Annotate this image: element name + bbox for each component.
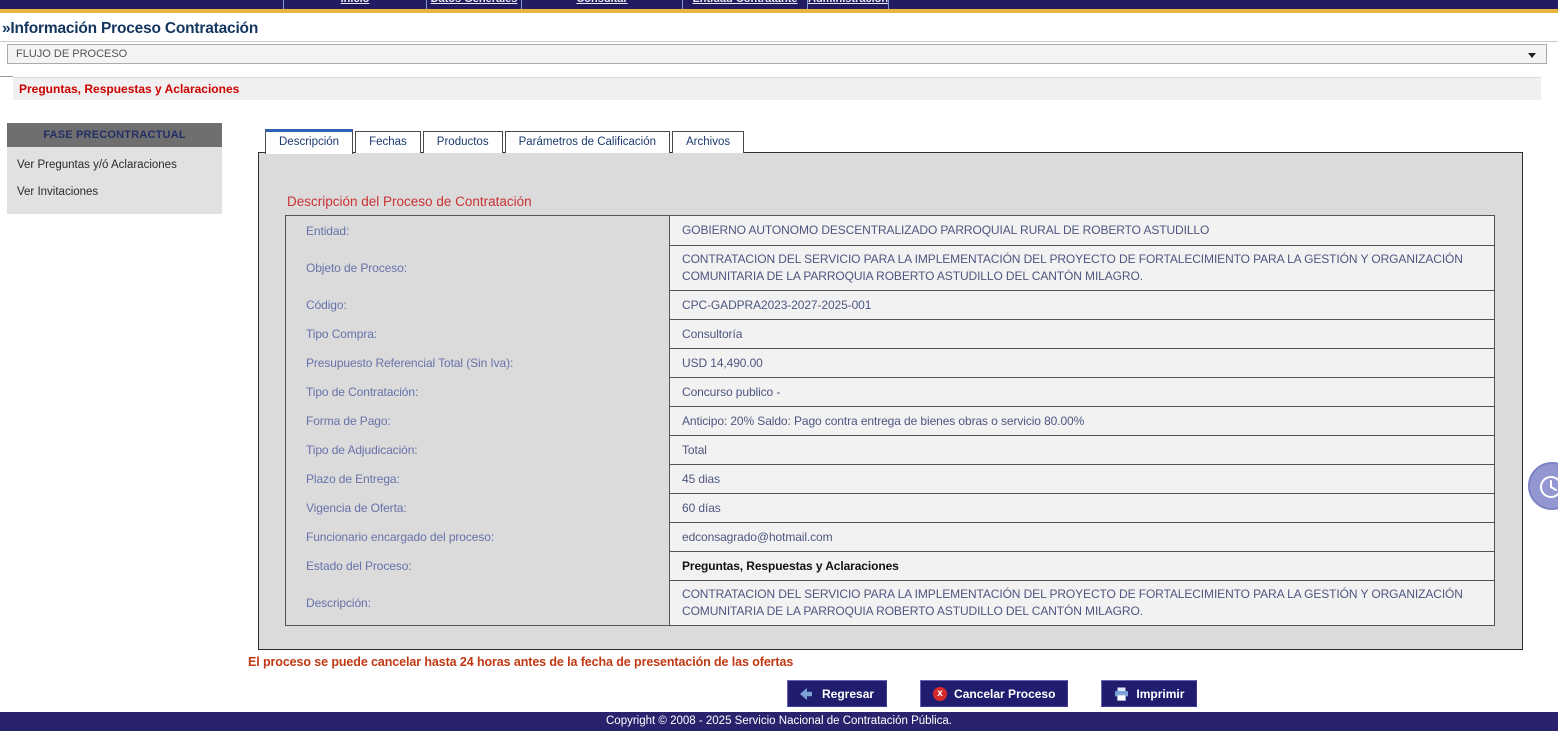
title-divider <box>0 41 1558 42</box>
row-label: Descripción: <box>286 580 669 625</box>
row-label: Funcionario encargado del proceso: <box>286 522 669 551</box>
row-value: edconsagrado@hotmail.com <box>669 522 1494 551</box>
row-value: Total <box>669 435 1494 464</box>
tab[interactable]: Fechas <box>355 131 421 153</box>
footer-bar: Copyright © 2008 - 2025 Servicio Naciona… <box>0 712 1558 731</box>
process-status-text: Preguntas, Respuestas y Aclaraciones <box>13 78 1541 100</box>
row-label: Presupuesto Referencial Total (Sin Iva): <box>286 348 669 377</box>
nav-menu-item-label: Administración <box>808 0 888 5</box>
row-value: 60 días <box>669 493 1494 522</box>
row-value: CONTRATACION DEL SERVICIO PARA LA IMPLEM… <box>669 245 1494 290</box>
sidebar-title: FASE PRECONTRACTUAL <box>7 123 222 147</box>
tab[interactable]: Parámetros de Calificación <box>505 131 670 153</box>
table-row: Vigencia de Oferta: 60 días <box>286 493 1494 522</box>
process-flow-select-value: FLUJO DE PROCESO <box>16 48 127 60</box>
row-label: Código: <box>286 290 669 319</box>
nav-menu-item-label: Datos Generales <box>427 0 521 5</box>
cancel-deadline-note: El proceso se puede cancelar hasta 24 ho… <box>248 655 793 669</box>
gold-accent-stripe <box>0 9 1558 13</box>
row-value: GOBIERNO AUTONOMO DESCENTRALIZADO PARROQ… <box>669 216 1494 245</box>
row-value: Concurso publico - <box>669 377 1494 406</box>
tree-connector-line <box>0 76 13 77</box>
back-button-label: Regresar <box>822 687 874 701</box>
nav-menu-item-label: Inicio <box>284 0 426 5</box>
process-detail-table: Entidad: GOBIERNO AUTONOMO DESCENTRALIZA… <box>285 215 1495 626</box>
nav-menu-item[interactable]: Inicio <box>283 0 426 9</box>
nav-menu-item[interactable]: Datos Generales <box>426 0 521 9</box>
table-row: Objeto de Proceso: CONTRATACION DEL SERV… <box>286 245 1494 290</box>
table-row: Tipo Compra: Consultoría <box>286 319 1494 348</box>
page-title: »Información Proceso Contratación <box>2 20 258 38</box>
action-button-row: Regresar x Cancelar Proceso Imprimir <box>787 680 1197 707</box>
row-value: Anticipo: 20% Saldo: Pago contra entrega… <box>669 406 1494 435</box>
print-button[interactable]: Imprimir <box>1101 680 1197 707</box>
page: Inicio Datos Generales Consultar Entidad… <box>0 0 1558 731</box>
nav-menu-item[interactable]: Consultar <box>521 0 682 9</box>
copyright-text: Copyright © 2008 - 2025 Servicio Naciona… <box>606 715 952 727</box>
row-label: Tipo Compra: <box>286 319 669 348</box>
cancel-x-icon: x <box>933 687 947 701</box>
row-value: Preguntas, Respuestas y Aclaraciones <box>669 551 1494 580</box>
row-value: USD 14,490.00 <box>669 348 1494 377</box>
table-row: Tipo de Contratación: Concurso publico - <box>286 377 1494 406</box>
table-row: Código: CPC-GADPRA2023-2027-2025-001 <box>286 290 1494 319</box>
sidebar-item-link[interactable]: Ver Invitaciones <box>7 179 222 206</box>
row-label: Objeto de Proceso: <box>286 245 669 290</box>
floating-clock-widget-button[interactable] <box>1528 462 1558 510</box>
tab[interactable]: Descripción <box>265 129 353 154</box>
row-value: 45 dias <box>669 464 1494 493</box>
nav-menu: Inicio Datos Generales Consultar Entidad… <box>283 0 889 9</box>
cancel-process-button-label: Cancelar Proceso <box>954 687 1055 701</box>
row-value: CONTRATACION DEL SERVICIO PARA LA IMPLEM… <box>669 580 1494 625</box>
row-label: Estado del Proceso: <box>286 551 669 580</box>
table-row: Tipo de Adjudicación: Total <box>286 435 1494 464</box>
row-label: Tipo de Adjudicación: <box>286 435 669 464</box>
row-label: Vigencia de Oferta: <box>286 493 669 522</box>
table-row: Plazo de Entrega: 45 dias <box>286 464 1494 493</box>
nav-menu-item[interactable]: Entidad Contratante <box>682 0 807 9</box>
section-heading: Descripción del Proceso de Contratación <box>287 194 532 209</box>
table-row: Descripción: CONTRATACION DEL SERVICIO P… <box>286 580 1494 625</box>
table-row: Estado del Proceso: Preguntas, Respuesta… <box>286 551 1494 580</box>
table-row: Forma de Pago: Anticipo: 20% Saldo: Pago… <box>286 406 1494 435</box>
sidebar: FASE PRECONTRACTUAL Ver Preguntas y/ó Ac… <box>7 123 222 214</box>
cancel-process-button[interactable]: x Cancelar Proceso <box>920 680 1068 707</box>
nav-menu-item-label: Entidad Contratante <box>683 0 807 5</box>
top-navigation-bar: Inicio Datos Generales Consultar Entidad… <box>0 0 1558 9</box>
chevron-down-icon <box>1528 53 1536 58</box>
back-button[interactable]: Regresar <box>787 680 887 707</box>
row-label: Entidad: <box>286 216 669 245</box>
winged-clock-icon <box>1535 469 1558 503</box>
table-row: Entidad: GOBIERNO AUTONOMO DESCENTRALIZA… <box>286 216 1494 245</box>
row-value: Consultoría <box>669 319 1494 348</box>
printer-icon <box>1114 687 1129 701</box>
tab[interactable]: Archivos <box>672 131 744 153</box>
row-label: Tipo de Contratación: <box>286 377 669 406</box>
print-button-label: Imprimir <box>1136 687 1184 701</box>
table-row: Presupuesto Referencial Total (Sin Iva):… <box>286 348 1494 377</box>
process-status-banner: Preguntas, Respuestas y Aclaraciones <box>13 77 1541 100</box>
process-flow-select[interactable]: FLUJO DE PROCESO <box>7 44 1547 64</box>
nav-menu-item[interactable]: Administración <box>807 0 889 9</box>
row-label: Forma de Pago: <box>286 406 669 435</box>
sidebar-item-link[interactable]: Ver Preguntas y/ó Aclaraciones <box>7 152 222 179</box>
back-arrow-icon <box>800 688 815 700</box>
nav-menu-item-label: Consultar <box>522 0 682 5</box>
tab-bar: Descripción Fechas Productos Parámetros … <box>265 128 744 153</box>
row-value: CPC-GADPRA2023-2027-2025-001 <box>669 290 1494 319</box>
sidebar-menu: Ver Preguntas y/ó Aclaraciones Ver Invit… <box>7 147 222 214</box>
row-label: Plazo de Entrega: <box>286 464 669 493</box>
tab[interactable]: Productos <box>423 131 503 153</box>
table-row: Funcionario encargado del proceso: edcon… <box>286 522 1494 551</box>
